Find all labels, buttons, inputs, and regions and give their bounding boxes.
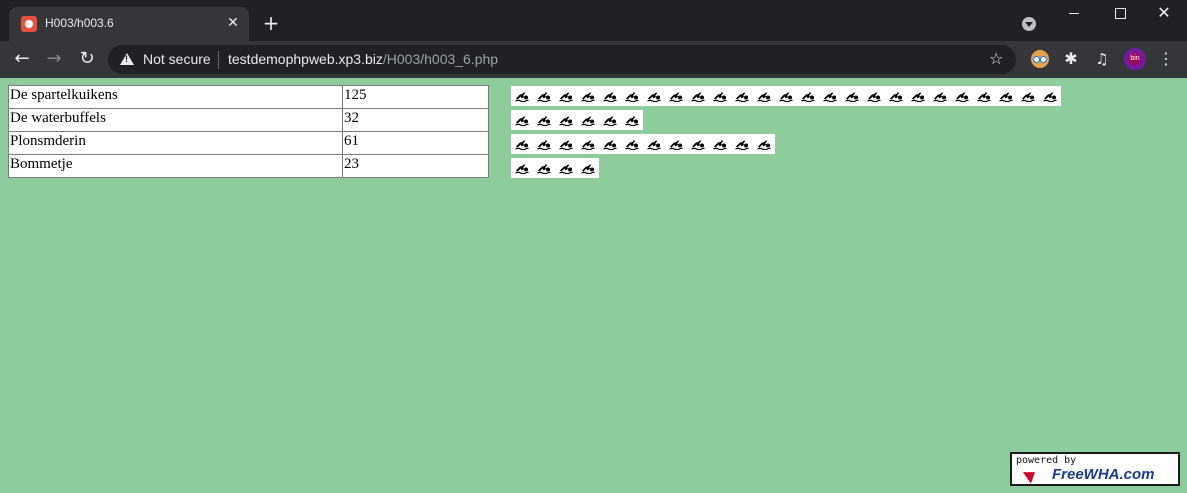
tab-title: H003/h003.6 (45, 16, 114, 30)
tab-strip: H003/h003.6 ✕ + ✕ (0, 0, 1187, 41)
swimmer-icon (753, 86, 775, 106)
swimmer-icon (1039, 86, 1061, 106)
swimmer-icon (753, 134, 775, 154)
swimmer-icon (511, 110, 533, 130)
swimmer-icon (995, 86, 1017, 106)
swimmer-icon (511, 86, 533, 106)
swimmer-icon (665, 134, 687, 154)
swimmer-icon (863, 86, 885, 106)
swimmer-icon (709, 134, 731, 154)
swimmer-icon (577, 134, 599, 154)
arrow-icon (1022, 466, 1040, 484)
media-control-icon[interactable]: ♫ (1093, 50, 1111, 68)
swimmer-icon-rows (511, 86, 1061, 182)
swimmer-icon (621, 134, 643, 154)
swimmer-icon (555, 158, 577, 178)
swimmer-icon (951, 86, 973, 106)
warning-icon[interactable] (120, 53, 134, 65)
profile-avatar[interactable]: bin (1124, 48, 1146, 70)
swimmer-icon (643, 86, 665, 106)
tab-search-icon[interactable] (1022, 17, 1036, 31)
swimmer-icon (555, 134, 577, 154)
browser-toolbar: ← → ↻ Not secure testdemophpweb.xp3.biz/… (0, 41, 1187, 78)
close-window-button[interactable]: ✕ (1141, 0, 1187, 28)
favicon-icon (21, 16, 37, 32)
swimmer-icon (797, 86, 819, 106)
bookmark-star-icon[interactable]: ☆ (989, 49, 1003, 68)
reload-button[interactable]: ↻ (76, 48, 98, 70)
team-row: De spartelkuikens 125 (8, 85, 489, 109)
security-label[interactable]: Not secure (143, 51, 211, 67)
back-button[interactable]: ← (11, 48, 33, 70)
team-row: Bommetje 23 (8, 154, 489, 178)
team-name-cell: Bommetje (8, 154, 343, 178)
swimmer-icon (533, 158, 555, 178)
swimmer-icon (665, 86, 687, 106)
swimmer-icon (775, 86, 797, 106)
team-score-cell: 32 (342, 108, 489, 132)
swimmer-icon (533, 134, 555, 154)
team-name-cell: Plonsmderin (8, 131, 343, 155)
swimmer-icon (511, 134, 533, 154)
team-score-cell: 125 (342, 85, 489, 109)
page-content: De spartelkuikens 125 De waterbuffels 32 Plo… (0, 78, 1187, 493)
swimmer-icon (555, 86, 577, 106)
swimmer-icon (731, 134, 753, 154)
forward-button[interactable]: → (43, 48, 65, 70)
team-name-cell: De spartelkuikens (8, 85, 343, 109)
swimmer-icon (511, 158, 533, 178)
close-tab-icon[interactable]: ✕ (224, 14, 242, 32)
swimmer-icon (577, 86, 599, 106)
swimmer-icon (577, 158, 599, 178)
swimmer-icon-row (511, 134, 1061, 154)
swimmer-icon (687, 134, 709, 154)
new-tab-button[interactable]: + (261, 13, 281, 33)
swimmer-icon (973, 86, 995, 106)
swimmer-icon (907, 86, 929, 106)
swimmer-icon (599, 110, 621, 130)
powered-by-label: powered by (1016, 455, 1077, 466)
team-name-cell: De waterbuffels (8, 108, 343, 132)
swimmer-icon (885, 86, 907, 106)
swimmer-icon (841, 86, 863, 106)
swimmer-icon (555, 110, 577, 130)
swimmer-icon-row (511, 86, 1061, 106)
swimmer-icon (929, 86, 951, 106)
team-row: Plonsmderin 61 (8, 131, 489, 155)
swimmer-icon (577, 110, 599, 130)
swimmer-icon (621, 86, 643, 106)
browser-window: H003/h003.6 ✕ + ✕ ← → ↻ Not secure testd… (0, 0, 1187, 493)
swimmer-icon (533, 86, 555, 106)
swimmer-icon (599, 134, 621, 154)
maximize-button[interactable] (1097, 0, 1143, 28)
swimmer-icon (1017, 86, 1039, 106)
extension-monster-icon[interactable] (1031, 50, 1049, 68)
team-score-cell: 23 (342, 154, 489, 178)
url-text[interactable]: testdemophpweb.xp3.biz/H003/h003_6.php (228, 51, 498, 67)
teams-table: De spartelkuikens 125 De waterbuffels 32 Plo… (8, 85, 489, 178)
menu-dots-icon[interactable]: ⋮ (1157, 49, 1175, 69)
url-path: /H003/h003_6.php (382, 51, 499, 67)
team-score-cell: 61 (342, 131, 489, 155)
swimmer-icon (819, 86, 841, 106)
swimmer-icon-row (511, 158, 1061, 178)
address-bar[interactable]: Not secure testdemophpweb.xp3.biz/H003/h… (108, 45, 1016, 74)
swimmer-icon (621, 110, 643, 130)
swimmer-icon (643, 134, 665, 154)
freewha-badge[interactable]: powered by FreeWHA.com (1010, 452, 1180, 486)
freewha-brand: FreeWHA.com (1052, 466, 1155, 483)
browser-tab[interactable]: H003/h003.6 ✕ (9, 7, 249, 41)
team-row: De waterbuffels 32 (8, 108, 489, 132)
omnibox-divider (218, 51, 219, 69)
url-host: testdemophpweb.xp3.biz (228, 51, 383, 67)
swimmer-icon (533, 110, 555, 130)
swimmer-icon-row (511, 110, 1061, 130)
swimmer-icon (731, 86, 753, 106)
swimmer-icon (709, 86, 731, 106)
swimmer-icon (687, 86, 709, 106)
swimmer-icon (599, 86, 621, 106)
minimize-button[interactable] (1051, 0, 1097, 28)
extensions-puzzle-icon[interactable]: ✱ (1062, 50, 1080, 68)
